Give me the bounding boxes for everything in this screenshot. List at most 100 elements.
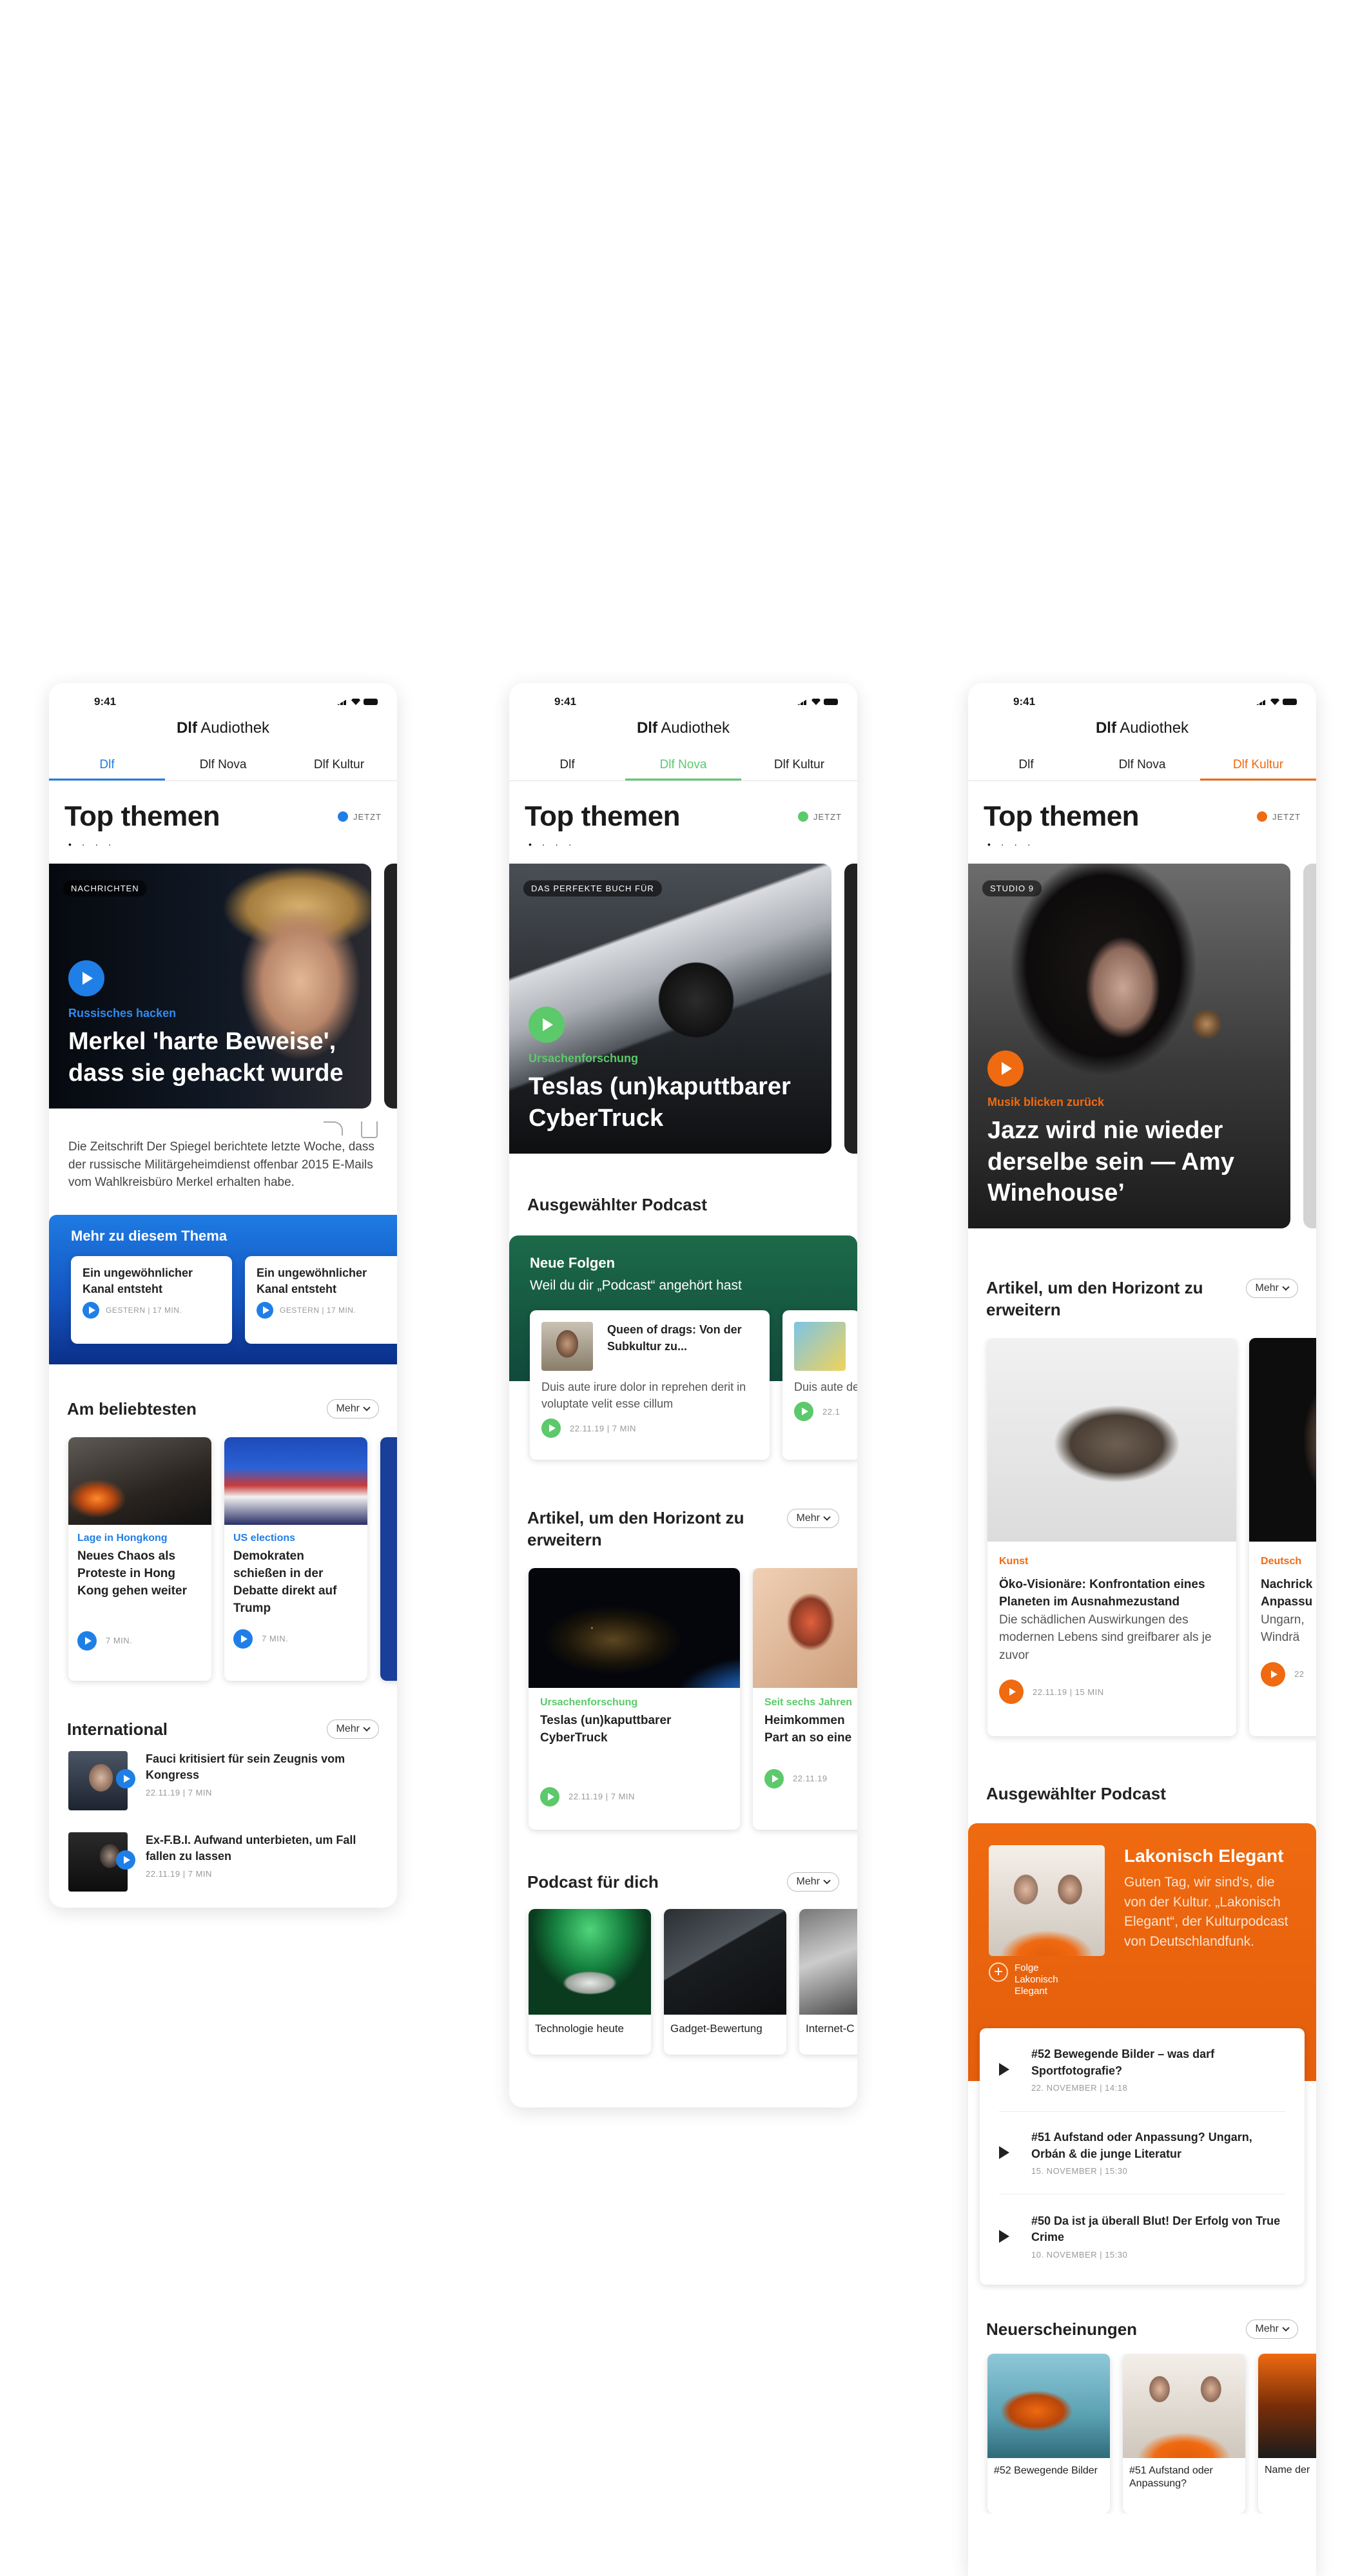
release-card[interactable]: Name der — [1258, 2353, 1316, 2513]
list-item[interactable]: Ex-F.B.I. Aufwand unterbieten, um Fall f… — [68, 1832, 378, 1892]
article-card[interactable]: Seit sechs Jahren Heimkommen Part an so … — [753, 1567, 857, 1830]
follow-button[interactable]: + Folge Lakonisch Elegant — [989, 1962, 1105, 1997]
tab-dlf[interactable]: Dlf — [968, 750, 1084, 780]
more-button[interactable]: Mehr — [786, 1509, 839, 1528]
more-button[interactable]: Mehr — [1245, 2319, 1298, 2339]
tab-dlf-kultur[interactable]: Dlf Kultur — [1200, 750, 1316, 780]
share-icon[interactable] — [324, 1121, 343, 1136]
list-item[interactable]: Fauci kritisiert für sein Zeugnis vom Ko… — [68, 1750, 378, 1810]
play-button[interactable] — [68, 960, 104, 996]
status-time: 9:41 — [94, 695, 117, 708]
more-button[interactable]: Mehr — [326, 1719, 379, 1739]
app-title: Dlf Audiothek — [636, 719, 730, 737]
podcast-list[interactable]: Technologie heute Gadget-Bewertung Inter… — [509, 1908, 857, 2062]
podcast-image — [799, 1908, 857, 2015]
articles-list[interactable]: Kunst Öko-Visionäre: Konfrontation eines… — [968, 1337, 1316, 1744]
live-indicator[interactable]: JETZT — [798, 811, 842, 822]
play-button[interactable] — [529, 1007, 565, 1043]
episode-row[interactable]: #52 Bewegende Bilder – was darf Sportfot… — [999, 2028, 1285, 2112]
live-indicator[interactable]: JETZT — [338, 811, 382, 822]
live-indicator[interactable]: JETZT — [1257, 811, 1301, 822]
article-card[interactable]: Kunst Öko-Visionäre: Konfrontation eines… — [987, 1337, 1236, 1736]
popular-card[interactable]: US elections Demokraten schießen in der … — [224, 1437, 367, 1681]
tab-dlf-nova[interactable]: Dlf Nova — [165, 750, 281, 780]
tab-dlf[interactable]: Dlf — [49, 750, 165, 780]
hero-card[interactable]: NACHRICHTEN Russisches hacken Merkel 'ha… — [49, 864, 371, 1109]
play-button[interactable] — [540, 1787, 559, 1806]
tab-dlf[interactable]: Dlf — [509, 750, 625, 780]
section-title-podcast: Ausgewählter Podcast — [527, 1195, 707, 1214]
more-button[interactable]: Mehr — [326, 1399, 379, 1419]
play-button[interactable] — [987, 1051, 1024, 1087]
play-icon — [83, 972, 93, 985]
status-bar: 9:41 — [968, 683, 1316, 710]
play-icon[interactable] — [999, 2229, 1009, 2243]
related-card[interactable]: Ein ungewöhnlicher Kanal entsteht GESTER… — [71, 1255, 232, 1344]
podcast-cover — [989, 1845, 1105, 1956]
podcast-card[interactable]: Gadget-Bewertung — [664, 1908, 786, 2055]
channel-tabs: Dlf Dlf Nova Dlf Kultur — [49, 750, 397, 781]
play-button[interactable] — [794, 1402, 813, 1422]
hero-title: Merkel 'harte Beweise', dass sie gehackt… — [68, 1028, 344, 1087]
episode-row[interactable]: #51 Aufstand oder Anpassung? Ungarn, Orb… — [999, 2112, 1285, 2194]
more-button[interactable]: Mehr — [1245, 1279, 1298, 1298]
hero-card[interactable]: STUDIO 9 Musik blicken zurück Jazz wird … — [968, 864, 1290, 1228]
article-image — [529, 1567, 740, 1688]
hero-carousel[interactable]: DAS PERFEKTE BUCH FÜR Ursachenforschung … — [509, 864, 857, 1154]
play-button[interactable] — [233, 1629, 253, 1649]
podcast-card[interactable]: Technologie heute — [529, 1908, 651, 2055]
next-hero-card[interactable] — [1303, 864, 1316, 1228]
release-card[interactable]: #51 Aufstand oder Anpassung? — [1123, 2353, 1245, 2513]
clock-icon — [798, 811, 808, 822]
play-icon[interactable] — [999, 2063, 1009, 2077]
play-icon — [1002, 1062, 1012, 1075]
episode-card[interactable]: Duis aute derit in vo 22.1 — [782, 1310, 857, 1460]
articles-list[interactable]: Ursachenforschung Teslas (un)kaputtbarer… — [509, 1567, 857, 1837]
app-title: Dlf Audiothek — [1095, 719, 1189, 737]
next-hero-card[interactable] — [384, 864, 397, 1109]
article-image — [68, 1750, 135, 1810]
play-button[interactable] — [1261, 1661, 1285, 1687]
play-icon — [549, 1424, 556, 1433]
play-button[interactable] — [999, 1680, 1024, 1705]
next-hero-card[interactable] — [844, 864, 857, 1154]
section-title-popular: Am beliebtesten — [67, 1399, 197, 1419]
play-button[interactable] — [541, 1419, 561, 1438]
status-time: 9:41 — [554, 695, 577, 708]
popular-card[interactable]: Lage in Hongkong Neues Chaos als Protest… — [68, 1437, 211, 1681]
wifi-icon — [351, 699, 360, 705]
new-releases-list[interactable]: #52 Bewegende Bilder #51 Aufstand oder A… — [968, 2353, 1316, 2513]
tab-dlf-kultur[interactable]: Dlf Kultur — [281, 750, 397, 780]
play-button[interactable] — [116, 1850, 135, 1870]
phone-dlf-kultur: 9:41 Dlf Audiothek Dlf Dlf Nova Dlf Kult… — [968, 683, 1316, 2576]
release-card[interactable]: #52 Bewegende Bilder — [987, 2353, 1110, 2513]
play-button[interactable] — [257, 1301, 273, 1319]
page-title: Top themen — [525, 800, 681, 832]
article-card[interactable]: Ursachenforschung Teslas (un)kaputtbarer… — [529, 1567, 740, 1830]
play-button[interactable] — [83, 1301, 99, 1319]
more-button[interactable]: Mehr — [786, 1872, 839, 1892]
episode-row[interactable]: #50 Da ist ja überall Blut! Der Erfolg v… — [999, 2194, 1285, 2278]
status-bar: 9:41 — [509, 683, 857, 710]
section-title-international: International — [67, 1719, 168, 1739]
hero-badge: DAS PERFEKTE BUCH FÜR — [523, 880, 662, 896]
download-icon[interactable] — [361, 1121, 378, 1138]
status-bar: 9:41 — [49, 683, 397, 710]
play-button[interactable] — [764, 1768, 784, 1788]
hero-carousel[interactable]: STUDIO 9 Musik blicken zurück Jazz wird … — [968, 864, 1316, 1228]
tab-dlf-kultur[interactable]: Dlf Kultur — [741, 750, 857, 780]
play-button[interactable] — [116, 1768, 135, 1788]
tab-dlf-nova[interactable]: Dlf Nova — [625, 750, 741, 780]
hero-carousel[interactable]: NACHRICHTEN Russisches hacken Merkel 'ha… — [49, 864, 397, 1109]
podcast-name: Lakonisch Elegant — [1124, 1845, 1284, 1866]
podcast-card[interactable]: Internet-C — [799, 1908, 857, 2055]
play-button[interactable] — [77, 1631, 97, 1651]
play-icon[interactable] — [999, 2146, 1009, 2160]
episode-card[interactable]: Queen of drags: Von der Subkultur zu... … — [530, 1310, 770, 1460]
hero-card[interactable]: DAS PERFEKTE BUCH FÜR Ursachenforschung … — [509, 864, 831, 1154]
related-card[interactable]: Ein ungewöhnlicher Kanal entsteht GESTER… — [245, 1255, 397, 1344]
article-card[interactable]: Deutsch Nachrick Anpassu Ungarn, Windrä … — [1249, 1337, 1316, 1736]
tab-dlf-nova[interactable]: Dlf Nova — [1084, 750, 1200, 780]
popular-list[interactable]: Lage in Hongkong Neues Chaos als Protest… — [49, 1437, 397, 1689]
popular-card-peek[interactable] — [380, 1437, 397, 1681]
